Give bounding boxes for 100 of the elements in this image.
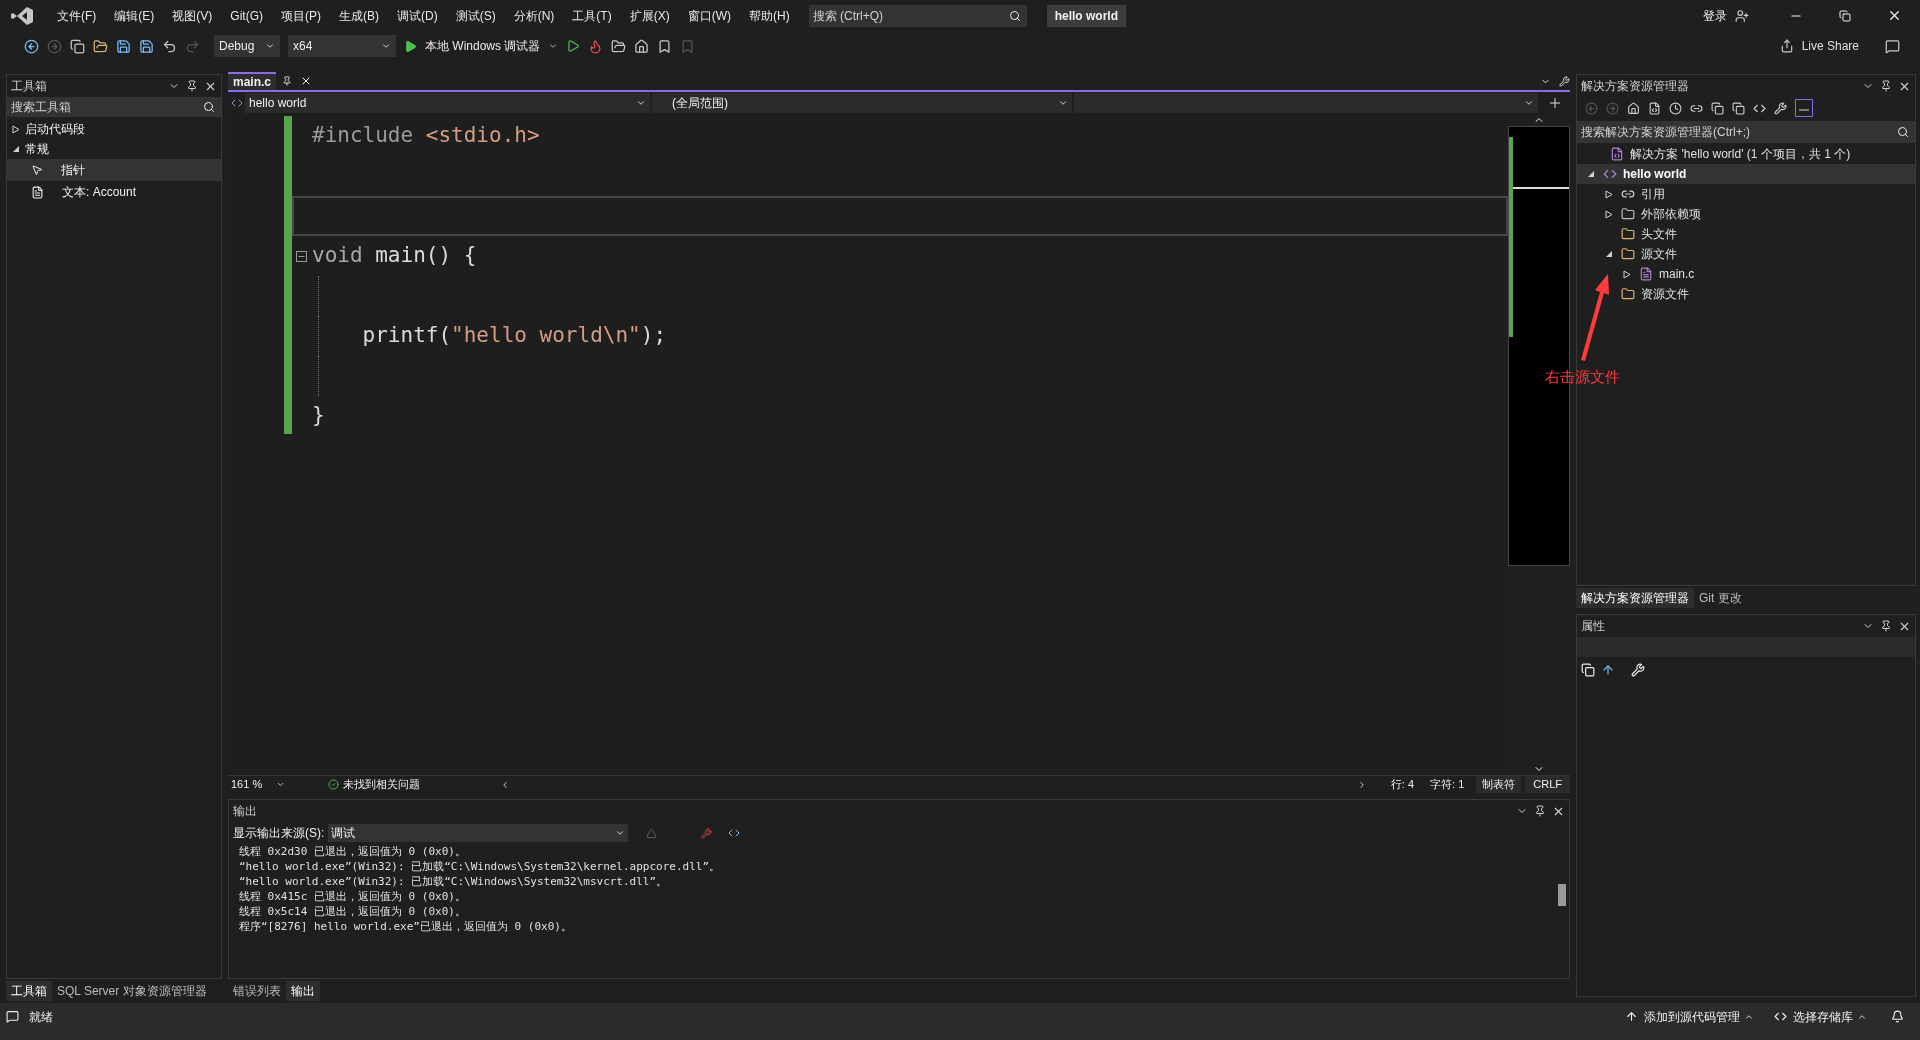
tree-item[interactable]: 头文件 [1577, 224, 1915, 244]
tree-item[interactable]: 源文件 [1577, 244, 1915, 264]
undo-icon[interactable] [162, 38, 177, 54]
collapse-icon[interactable] [296, 250, 307, 262]
issues-status[interactable]: 未找到相关问题 [343, 776, 420, 793]
toolbox-search-field[interactable]: 搜索工具箱 [7, 97, 221, 117]
tree-item[interactable]: main.c [1577, 264, 1915, 284]
menu-item[interactable]: 项目(P) [272, 6, 330, 25]
status-text: 就绪 [29, 1008, 53, 1026]
pin-icon[interactable] [186, 80, 198, 92]
menu-item[interactable]: 工具(T) [563, 6, 621, 25]
tree-item[interactable]: 解决方案 'hello world' (1 个项目，共 1 个) [1577, 144, 1915, 164]
back-icon[interactable] [24, 38, 39, 54]
solution-search-field[interactable]: 搜索解决方案资源管理器(Ctrl+;) [1577, 121, 1915, 143]
dropdown-icon[interactable] [548, 41, 559, 51]
pin-icon[interactable] [1880, 80, 1892, 92]
scope-dropdown[interactable]: (全局范围) [652, 93, 1072, 113]
folder-icon[interactable] [611, 38, 627, 54]
restore-icon[interactable] [1839, 9, 1851, 22]
scroll-left-icon[interactable] [500, 779, 510, 790]
collapsed-arrow-icon[interactable] [11, 124, 21, 134]
start-debugging-button[interactable]: 本地 Windows 调试器 [425, 37, 541, 55]
feedback-icon[interactable] [1885, 38, 1900, 54]
tree-item[interactable]: 资源文件 [1577, 284, 1915, 304]
tree-item[interactable]: 外部依赖项 [1577, 204, 1915, 224]
tree-item[interactable]: hello world [1577, 164, 1915, 184]
menu-item[interactable]: 视图(V) [163, 6, 222, 25]
panel-title: 工具箱 [11, 78, 47, 95]
collapsed-arrow-icon[interactable] [1604, 209, 1614, 219]
panel-tab[interactable]: SQL Server 对象资源管理器 [52, 981, 212, 1001]
line-number-status: 行: 4 [1390, 777, 1415, 793]
save-icon[interactable] [116, 38, 131, 54]
preview-icon[interactable] [1795, 99, 1813, 117]
upload-icon[interactable] [1625, 1010, 1638, 1023]
clock-icon[interactable] [1669, 101, 1682, 115]
search-icon [1897, 126, 1909, 138]
menu-item[interactable]: 生成(B) [330, 6, 388, 25]
toolbox-item[interactable]: 指针 [7, 159, 221, 181]
open-folder-icon[interactable] [93, 38, 108, 54]
panel-tab[interactable]: 输出 [286, 981, 320, 1001]
toolbox-group[interactable]: 启动代码段 [25, 120, 85, 138]
project-dropdown[interactable]: hello world [245, 93, 650, 113]
folder-icon [1621, 227, 1635, 241]
toolbox-item[interactable]: 文本: Account [7, 181, 221, 203]
run-icon[interactable] [566, 39, 581, 53]
output-line: 线程 0x2d30 已退出，返回值为 0 (0x0)。 [239, 844, 467, 859]
menu-item[interactable]: 扩展(X) [620, 6, 679, 25]
share-icon[interactable] [1779, 39, 1794, 53]
copy-icon[interactable] [1732, 101, 1745, 115]
configuration-dropdown[interactable]: Debug [214, 35, 280, 57]
menu-item[interactable]: 窗口(W) [678, 6, 740, 25]
select-repository-button[interactable]: 选择存储库 [1793, 1007, 1853, 1026]
menu-item[interactable]: 分析(N) [504, 6, 564, 25]
split-icon[interactable] [1550, 98, 1560, 108]
zoom-dropdown[interactable]: 161 % [228, 776, 288, 793]
pin-icon[interactable] [1880, 620, 1892, 632]
live-share-button[interactable]: Live Share [1801, 37, 1859, 55]
code-line: #include <stdio.h> [311, 122, 541, 150]
add-to-source-control-button[interactable]: 添加到源代码管理 [1644, 1007, 1740, 1026]
solution-icon [1610, 147, 1625, 161]
home-icon[interactable] [1627, 101, 1640, 115]
pin-icon[interactable] [1534, 805, 1546, 817]
search-field[interactable]: 搜索 (Ctrl+Q) [808, 4, 1027, 27]
notifications-icon[interactable] [1891, 1010, 1904, 1023]
bookmark-icon[interactable] [657, 38, 673, 54]
scrollbar-thumb[interactable] [1558, 884, 1566, 906]
menu-item[interactable]: 帮助(H) [740, 6, 799, 25]
expanded-arrow-icon[interactable] [11, 144, 21, 154]
panel-tab[interactable]: Git 更改 [1694, 588, 1747, 608]
collapsed-arrow-icon[interactable] [1604, 189, 1614, 199]
account-icon[interactable] [1735, 8, 1749, 23]
panel-tab[interactable]: 错误列表 [228, 981, 286, 1001]
folder-icon [1621, 207, 1635, 221]
line-ending-status[interactable]: CRLF [1525, 776, 1570, 793]
panel-tab[interactable]: 工具箱 [6, 981, 52, 1001]
collapsed-arrow-icon[interactable] [1622, 269, 1632, 279]
menu-item[interactable]: 文件(F) [48, 6, 106, 25]
platform-dropdown[interactable]: x64 [288, 35, 396, 57]
menu-item[interactable]: 编辑(E) [105, 6, 164, 25]
menu-item[interactable]: 调试(D) [388, 6, 447, 25]
menu-item[interactable]: 测试(S) [446, 6, 505, 25]
tree-item[interactable]: 引用 [1577, 184, 1915, 204]
close-icon[interactable] [300, 75, 312, 87]
save-all-icon[interactable] [139, 38, 154, 54]
output-line: 线程 0x415c 已退出，返回值为 0 (0x0)。 [239, 889, 467, 904]
sign-in-link[interactable]: 登录 [1703, 6, 1727, 25]
indent-status[interactable]: 制表符 [1476, 776, 1522, 793]
editor-tab[interactable]: main.c [228, 72, 276, 90]
expanded-arrow-icon[interactable] [1586, 169, 1596, 179]
expanded-arrow-icon[interactable] [1604, 249, 1614, 259]
toolbox-group[interactable]: 常规 [25, 140, 49, 158]
play-icon[interactable] [404, 39, 417, 53]
project-icon [231, 97, 243, 109]
pin-icon[interactable] [282, 76, 292, 86]
pointer-icon [31, 164, 43, 176]
menu-item[interactable]: Git(G) [221, 6, 272, 25]
panel-tab[interactable]: 解决方案资源管理器 [1576, 588, 1694, 608]
output-source-dropdown[interactable]: 调试 [328, 824, 629, 842]
close-icon[interactable] [1887, 8, 1902, 23]
sort-icon[interactable] [1601, 663, 1615, 677]
